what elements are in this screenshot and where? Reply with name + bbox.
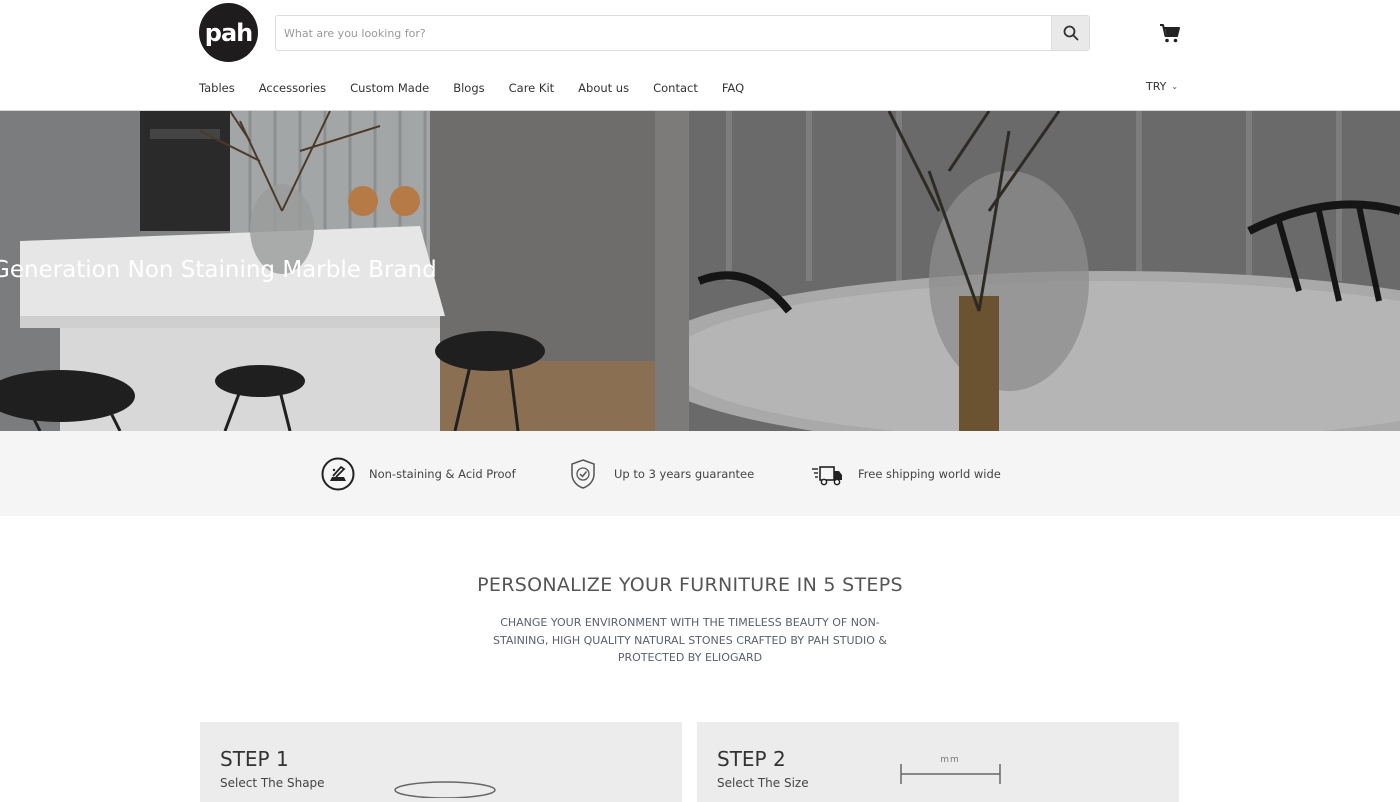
feature-guarantee: Up to 3 years guarantee [566,457,754,491]
nav-about-us[interactable]: About us [578,81,629,99]
cart-button[interactable] [1157,20,1183,46]
currency-label: TRY [1146,80,1167,93]
hero-image-table [639,111,1400,431]
hero-slider[interactable]: Generation Non Staining Marble Brand [0,111,1400,431]
feature-label: Up to 3 years guarantee [614,467,755,481]
step-number: STEP 1 [220,747,289,771]
nav-blogs[interactable]: Blogs [453,81,484,99]
dimension-ruler-icon [900,764,1001,784]
nav-custom-made[interactable]: Custom Made [350,81,429,99]
feature-label: Free shipping world wide [858,467,1001,481]
section-title: PERSONALIZE YOUR FURNITURE IN 5 STEPS [477,574,903,596]
search-icon [1063,25,1078,41]
search-button[interactable] [1051,16,1089,50]
nav-accessories[interactable]: Accessories [259,81,326,99]
currency-selector[interactable]: TRY ⌄ [1146,80,1178,93]
shield-icon [566,457,600,491]
logo-text: pah [204,18,253,47]
hero-title: Generation Non Staining Marble Brand [0,257,437,283]
round-shape-icon [394,781,496,798]
nav-care-kit[interactable]: Care Kit [509,81,555,99]
nav-faq[interactable]: FAQ [722,81,744,99]
nav-tables[interactable]: Tables [199,81,235,99]
feature-label: Non-staining & Acid Proof [369,467,516,481]
section-subtitle: CHANGE YOUR ENVIRONMENT WITH THE TIMELES… [493,616,887,664]
step-number: STEP 2 [717,747,786,771]
chevron-down-icon: ⌄ [1171,82,1179,91]
step-card-2[interactable]: STEP 2 Select The Size mm [697,722,1179,802]
acid-proof-icon [321,457,355,491]
brand-logo[interactable]: pah [199,3,258,62]
feature-shipping: Free shipping world wide [810,457,1001,491]
feature-acid-proof: Non-staining & Acid Proof [321,457,516,491]
site-header: pah Tables Accessories Custom Made Blogs… [0,0,1400,111]
features-strip: Non-staining & Acid Proof Up to 3 years … [0,431,1400,516]
truck-icon [810,457,844,491]
nav-contact[interactable]: Contact [653,81,698,99]
search-bar [275,15,1090,51]
main-nav: Tables Accessories Custom Made Blogs Car… [199,81,768,99]
step-card-1[interactable]: STEP 1 Select The Shape [200,722,682,802]
search-input[interactable] [276,16,1051,50]
hero-table-illustration [639,111,1400,431]
cart-icon [1160,24,1180,43]
